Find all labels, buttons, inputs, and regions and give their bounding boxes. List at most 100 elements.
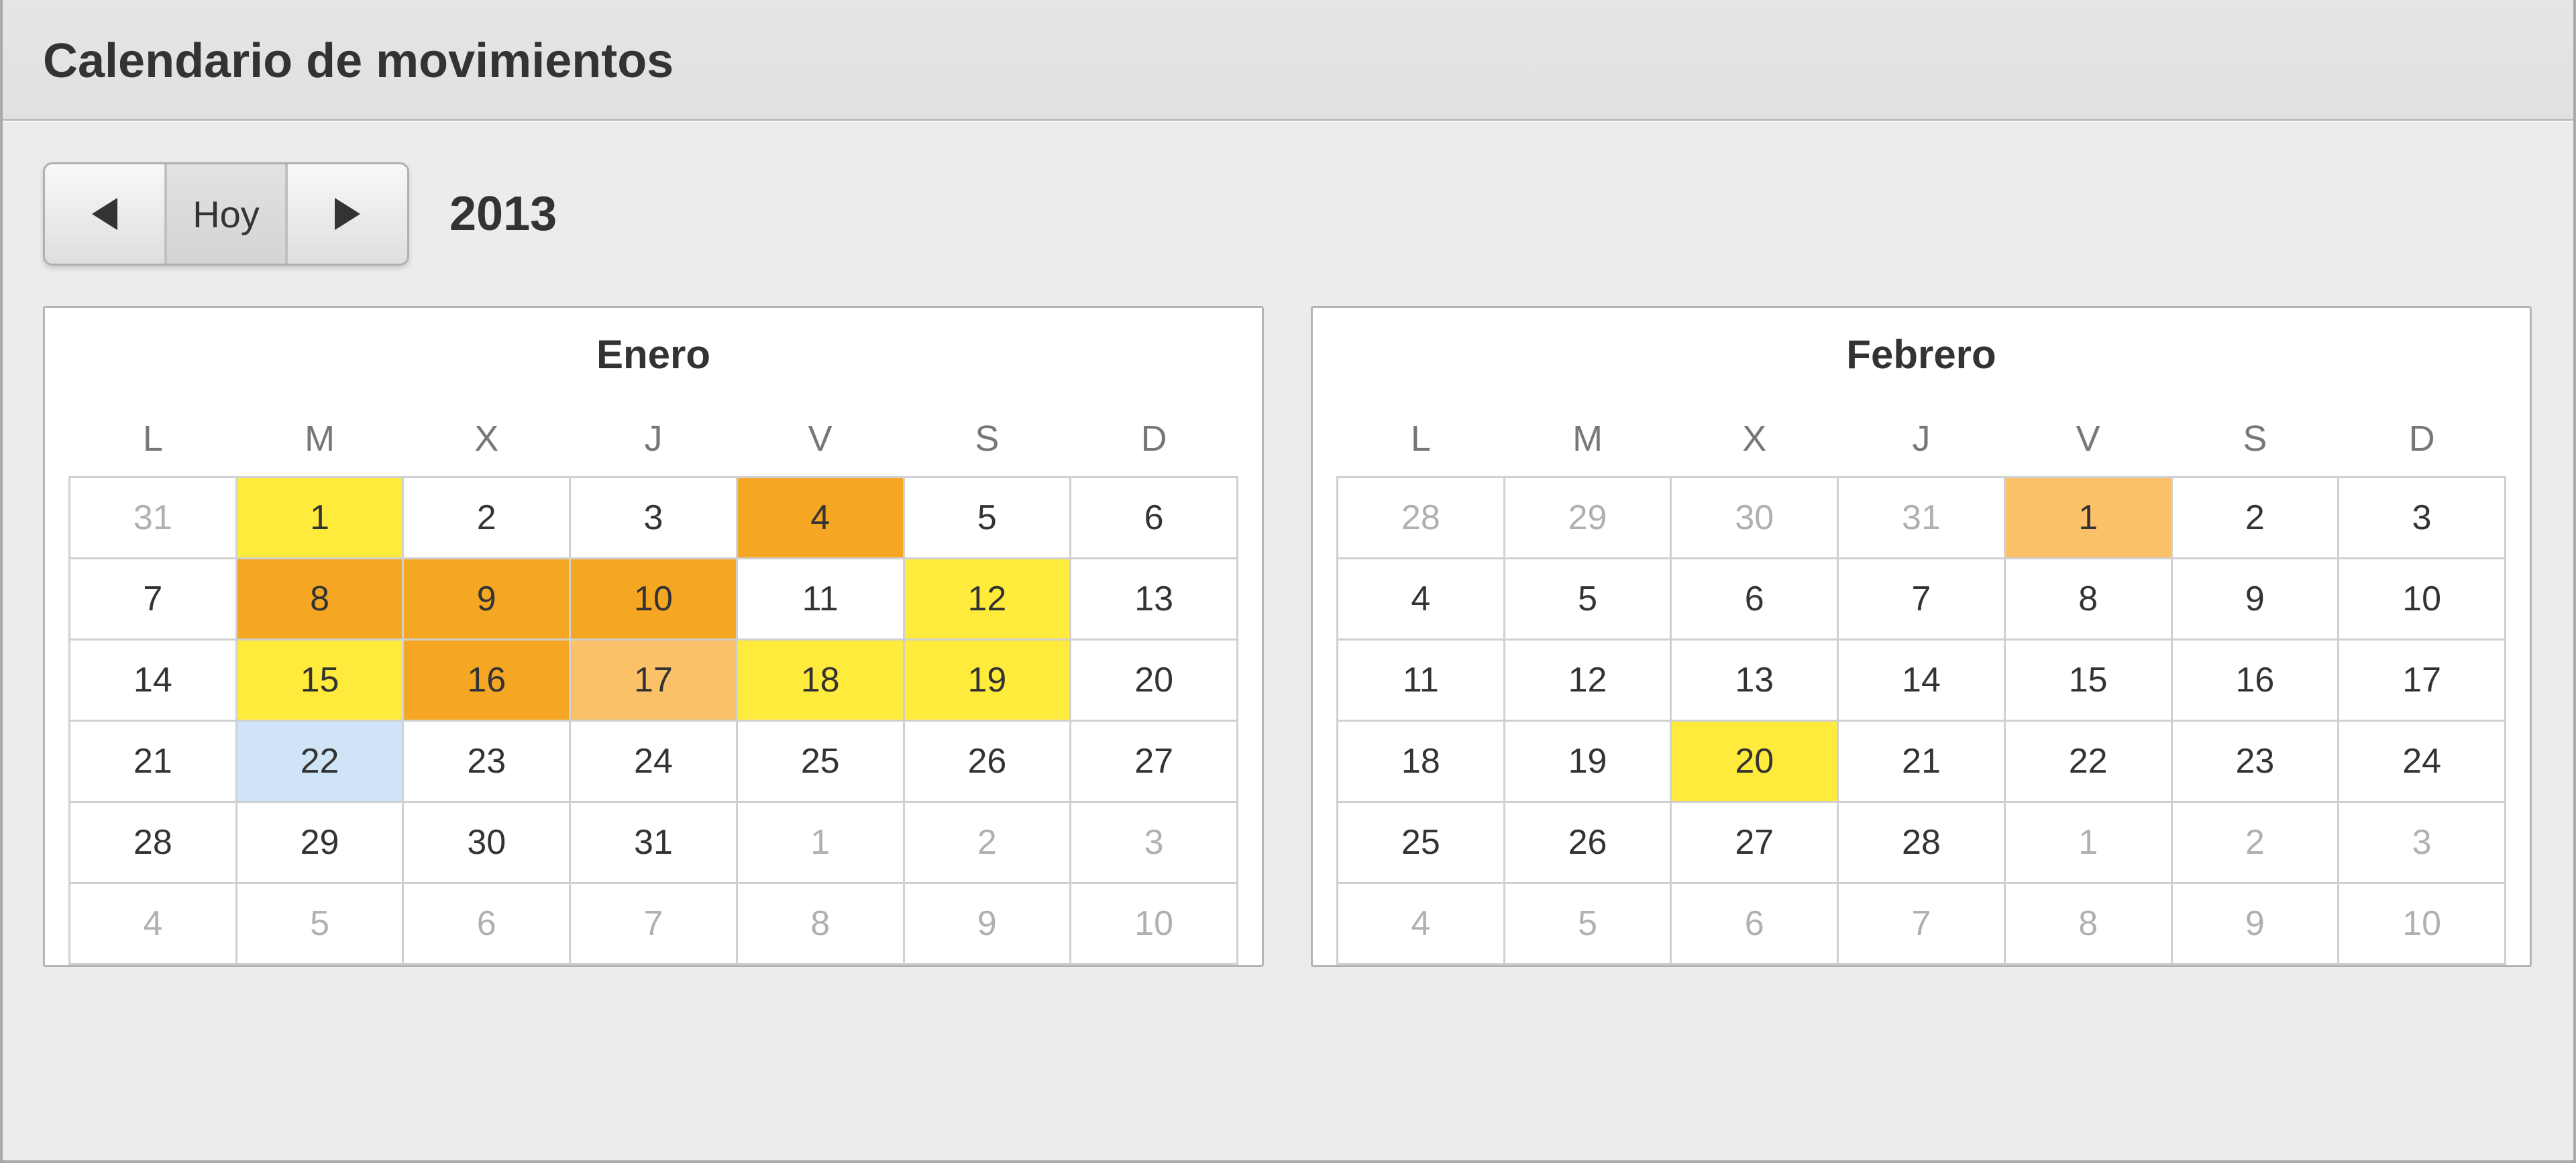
day-cell[interactable]: 21	[1838, 721, 2005, 802]
day-cell[interactable]: 1	[2004, 478, 2171, 559]
day-cell[interactable]: 6	[1071, 478, 1238, 559]
day-cell[interactable]: 12	[1504, 640, 1671, 721]
day-cell[interactable]: 9	[2171, 559, 2339, 640]
day-cell[interactable]: 6	[1671, 883, 1838, 964]
day-cell[interactable]: 10	[2339, 559, 2506, 640]
day-cell[interactable]: 22	[2004, 721, 2171, 802]
day-cell[interactable]: 8	[236, 559, 403, 640]
day-cell[interactable]: 29	[236, 802, 403, 883]
chevron-left-icon	[92, 198, 117, 230]
day-cell[interactable]: 23	[2171, 721, 2339, 802]
day-cell[interactable]: 20	[1071, 640, 1238, 721]
day-cell[interactable]: 11	[1338, 640, 1505, 721]
day-cell[interactable]: 23	[403, 721, 570, 802]
day-cell[interactable]: 5	[1504, 559, 1671, 640]
day-cell[interactable]: 1	[236, 478, 403, 559]
day-header: V	[737, 401, 904, 478]
day-cell[interactable]: 4	[1338, 883, 1505, 964]
day-cell[interactable]: 21	[70, 721, 237, 802]
day-cell[interactable]: 2	[403, 478, 570, 559]
day-cell[interactable]: 5	[1504, 883, 1671, 964]
chevron-right-icon	[335, 198, 360, 230]
day-header: X	[403, 401, 570, 478]
day-cell[interactable]: 6	[403, 883, 570, 964]
day-cell[interactable]: 14	[1838, 640, 2005, 721]
day-cell[interactable]: 8	[2004, 883, 2171, 964]
day-cell[interactable]: 7	[570, 883, 737, 964]
day-cell[interactable]: 31	[1838, 478, 2005, 559]
day-cell[interactable]: 7	[1838, 559, 2005, 640]
day-cell[interactable]: 11	[737, 559, 904, 640]
day-header: S	[2171, 401, 2339, 478]
day-cell[interactable]: 9	[904, 883, 1071, 964]
day-cell[interactable]: 29	[1504, 478, 1671, 559]
day-cell[interactable]: 27	[1671, 802, 1838, 883]
day-cell[interactable]: 25	[737, 721, 904, 802]
day-cell[interactable]: 10	[2339, 883, 2506, 964]
day-header: X	[1671, 401, 1838, 478]
day-cell[interactable]: 6	[1671, 559, 1838, 640]
day-cell[interactable]: 18	[737, 640, 904, 721]
month-title: Enero	[68, 331, 1238, 378]
day-cell[interactable]: 16	[2171, 640, 2339, 721]
today-button[interactable]: Hoy	[166, 164, 286, 264]
day-cell[interactable]: 1	[737, 802, 904, 883]
day-cell[interactable]: 3	[1071, 802, 1238, 883]
day-cell[interactable]: 8	[2004, 559, 2171, 640]
day-cell[interactable]: 28	[1338, 478, 1505, 559]
day-cell[interactable]: 28	[1838, 802, 2005, 883]
day-cell[interactable]: 30	[1671, 478, 1838, 559]
day-cell[interactable]: 7	[70, 559, 237, 640]
day-cell[interactable]: 31	[570, 802, 737, 883]
day-cell[interactable]: 26	[904, 721, 1071, 802]
day-cell[interactable]: 1	[2004, 802, 2171, 883]
day-cell[interactable]: 5	[904, 478, 1071, 559]
day-cell[interactable]: 2	[904, 802, 1071, 883]
day-cell[interactable]: 31	[70, 478, 237, 559]
day-cell[interactable]: 25	[1338, 802, 1505, 883]
day-cell[interactable]: 16	[403, 640, 570, 721]
day-cell[interactable]: 9	[403, 559, 570, 640]
day-cell[interactable]: 4	[70, 883, 237, 964]
day-cell[interactable]: 3	[2339, 478, 2506, 559]
day-cell[interactable]: 5	[236, 883, 403, 964]
day-cell[interactable]: 14	[70, 640, 237, 721]
calendars: Enero L M X J V S D 311234567891011	[43, 306, 2533, 967]
toolbar: Hoy 2013	[43, 162, 2533, 266]
day-cell[interactable]: 19	[904, 640, 1071, 721]
day-cell[interactable]: 3	[570, 478, 737, 559]
day-cell[interactable]: 15	[236, 640, 403, 721]
month-grid: L M X J V S D 31123456789101112131415161…	[68, 401, 1238, 965]
day-cell[interactable]: 12	[904, 559, 1071, 640]
day-cell[interactable]: 3	[2339, 802, 2506, 883]
nav-button-group: Hoy	[43, 162, 409, 266]
prev-button[interactable]	[45, 164, 166, 264]
day-cell[interactable]: 17	[570, 640, 737, 721]
day-cell[interactable]: 28	[70, 802, 237, 883]
day-header: M	[236, 401, 403, 478]
day-cell[interactable]: 9	[2171, 883, 2339, 964]
day-cell[interactable]: 7	[1838, 883, 2005, 964]
day-cell[interactable]: 22	[236, 721, 403, 802]
day-cell[interactable]: 13	[1071, 559, 1238, 640]
content-panel: Hoy 2013 Enero L M X J V	[3, 121, 2573, 1160]
day-cell[interactable]: 30	[403, 802, 570, 883]
day-cell[interactable]: 20	[1671, 721, 1838, 802]
day-cell[interactable]: 4	[1338, 559, 1505, 640]
day-cell[interactable]: 26	[1504, 802, 1671, 883]
day-cell[interactable]: 17	[2339, 640, 2506, 721]
day-cell[interactable]: 2	[2171, 802, 2339, 883]
day-cell[interactable]: 18	[1338, 721, 1505, 802]
day-cell[interactable]: 2	[2171, 478, 2339, 559]
day-cell[interactable]: 10	[570, 559, 737, 640]
day-cell[interactable]: 27	[1071, 721, 1238, 802]
day-cell[interactable]: 4	[737, 478, 904, 559]
day-cell[interactable]: 10	[1071, 883, 1238, 964]
day-cell[interactable]: 24	[570, 721, 737, 802]
day-cell[interactable]: 19	[1504, 721, 1671, 802]
next-button[interactable]	[286, 164, 407, 264]
day-cell[interactable]: 13	[1671, 640, 1838, 721]
day-cell[interactable]: 8	[737, 883, 904, 964]
day-cell[interactable]: 15	[2004, 640, 2171, 721]
day-cell[interactable]: 24	[2339, 721, 2506, 802]
